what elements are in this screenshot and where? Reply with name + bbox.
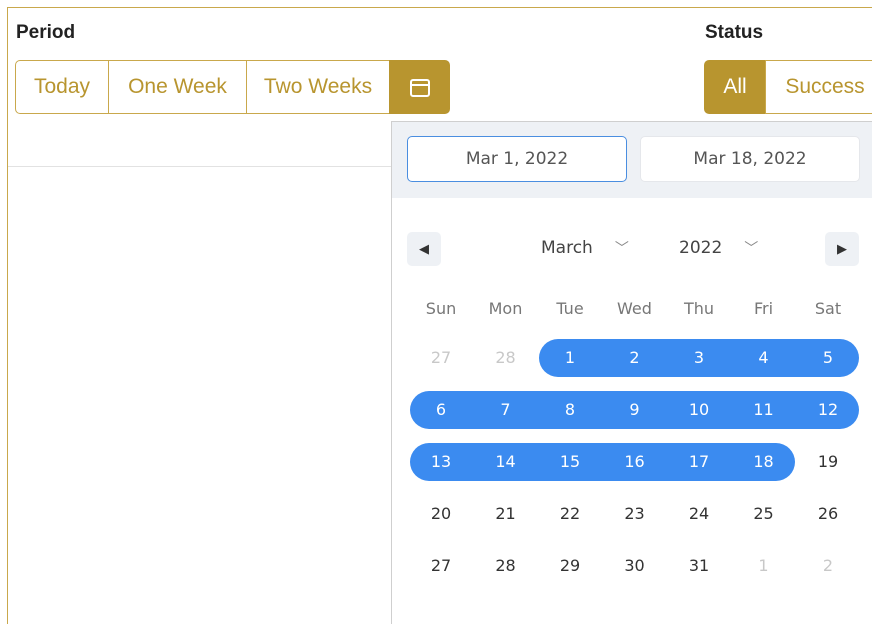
status-all-button[interactable]: All: [704, 60, 766, 114]
day-cell[interactable]: 10: [667, 391, 731, 429]
status-label: Status: [705, 22, 764, 43]
day-cell[interactable]: 7: [474, 391, 538, 429]
year-value: 2022: [679, 238, 723, 258]
calendar-button[interactable]: [389, 60, 450, 114]
end-date-input[interactable]: Mar 18, 2022: [640, 136, 860, 182]
day-cell[interactable]: 11: [732, 391, 796, 429]
start-date-input[interactable]: Mar 1, 2022: [407, 136, 627, 182]
date-range-picker: Mar 1, 2022 Mar 18, 2022 ◀ ▶ March ﹀ 202…: [391, 121, 872, 624]
caret-right-icon: ▶: [837, 241, 847, 256]
weekday-wed: Wed: [617, 299, 652, 318]
day-cell[interactable]: 22: [538, 495, 602, 533]
day-cell[interactable]: 23: [603, 495, 667, 533]
day-cell[interactable]: 2: [603, 339, 667, 377]
chevron-down-icon: ﹀: [744, 241, 759, 257]
day-cell[interactable]: 30: [603, 547, 667, 585]
day-cell[interactable]: 13: [409, 443, 473, 481]
weekday-fri: Fri: [753, 299, 774, 318]
year-select[interactable]: 2022 ﹀: [679, 238, 758, 258]
day-cell[interactable]: 8: [538, 391, 602, 429]
day-cell[interactable]: 25: [732, 495, 796, 533]
day-cell[interactable]: 17: [667, 443, 731, 481]
day-cell[interactable]: 2: [796, 547, 860, 585]
day-cell[interactable]: 28: [474, 547, 538, 585]
calendar-icon: [409, 79, 430, 97]
day-cell[interactable]: 27: [409, 547, 473, 585]
day-cell[interactable]: 18: [732, 443, 796, 481]
day-cell[interactable]: 24: [667, 495, 731, 533]
day-cell[interactable]: 5: [796, 339, 860, 377]
next-month-button[interactable]: ▶: [825, 232, 859, 266]
weekday-sat: Sat: [814, 299, 842, 318]
day-cell[interactable]: 21: [474, 495, 538, 533]
day-cell[interactable]: 15: [538, 443, 602, 481]
one-week-button[interactable]: One Week: [108, 60, 247, 114]
two-weeks-button[interactable]: Two Weeks: [246, 60, 390, 114]
day-cell[interactable]: 27: [409, 339, 473, 377]
day-cell[interactable]: 9: [603, 391, 667, 429]
day-cell[interactable]: 28: [474, 339, 538, 377]
day-cell[interactable]: 1: [732, 547, 796, 585]
weekday-sun: Sun: [425, 299, 457, 318]
day-cell[interactable]: 6: [409, 391, 473, 429]
day-cell[interactable]: 29: [538, 547, 602, 585]
weekday-mon: Mon: [488, 299, 523, 318]
month-select[interactable]: March ﹀: [541, 238, 629, 258]
month-value: March: [541, 238, 593, 258]
day-cell[interactable]: 26: [796, 495, 860, 533]
day-cell[interactable]: 4: [732, 339, 796, 377]
status-segment: All Success: [704, 60, 872, 114]
caret-left-icon: ◀: [419, 241, 429, 256]
day-cell[interactable]: 31: [667, 547, 731, 585]
divider: [8, 166, 392, 167]
day-cell[interactable]: 14: [474, 443, 538, 481]
period-segment: Today One Week Two Weeks: [15, 60, 450, 114]
chevron-down-icon: ﹀: [614, 241, 629, 257]
status-success-button[interactable]: Success: [765, 60, 872, 114]
weekday-thu: Thu: [683, 299, 715, 318]
day-cell[interactable]: 20: [409, 495, 473, 533]
day-cell[interactable]: 3: [667, 339, 731, 377]
picker-header: Mar 1, 2022 Mar 18, 2022: [392, 122, 872, 198]
period-label: Period: [16, 22, 76, 43]
prev-month-button[interactable]: ◀: [407, 232, 441, 266]
weekday-tue: Tue: [556, 299, 584, 318]
day-cell[interactable]: 19: [796, 443, 860, 481]
day-cell[interactable]: 16: [603, 443, 667, 481]
today-button[interactable]: Today: [15, 60, 109, 114]
day-cell[interactable]: 12: [796, 391, 860, 429]
day-cell[interactable]: 1: [538, 339, 602, 377]
